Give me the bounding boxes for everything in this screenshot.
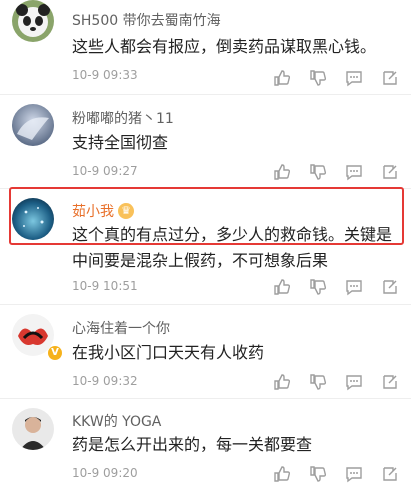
username[interactable]: 茹小我 ♛ (72, 201, 134, 221)
comment-text: 在我小区门口天天有人收药 (72, 343, 265, 362)
avatar[interactable] (12, 198, 54, 240)
avatar[interactable] (12, 408, 54, 450)
comment-text: 支持全国彻查 (72, 133, 169, 152)
dislike-icon[interactable] (308, 162, 328, 182)
reply-icon[interactable] (344, 162, 364, 182)
comment-actions (272, 277, 402, 297)
more-icon[interactable] (380, 162, 400, 182)
comment-actions (272, 372, 402, 392)
like-icon[interactable] (272, 68, 292, 88)
more-icon[interactable] (380, 68, 400, 88)
username[interactable]: KKW的 YOGA (72, 411, 161, 431)
more-icon[interactable] (380, 464, 400, 484)
reply-icon[interactable] (344, 277, 364, 297)
reply-icon[interactable] (344, 372, 364, 392)
timestamp: 10-9 09:33 (72, 68, 138, 82)
comment-text: 这个真的有点过分，多少人的救命钱。关键是中间要是混杂上假药，不可想象后果 (72, 225, 393, 270)
comment-actions (272, 162, 402, 182)
timestamp: 10-9 09:20 (72, 466, 138, 480)
dislike-icon[interactable] (308, 372, 328, 392)
divider (0, 94, 411, 95)
avatar[interactable] (12, 104, 54, 146)
avatar[interactable] (12, 0, 54, 42)
timestamp: 10-9 09:27 (72, 164, 138, 178)
comment-text: 这些人都会有报应，倒卖药品谋取黑心钱。 (72, 37, 377, 56)
crown-badge-icon: ♛ (118, 203, 134, 219)
username[interactable]: SH500 带你去蜀南竹海 (72, 10, 221, 30)
dislike-icon[interactable] (308, 464, 328, 484)
like-icon[interactable] (272, 464, 292, 484)
divider (0, 398, 411, 399)
like-icon[interactable] (272, 372, 292, 392)
dislike-icon[interactable] (308, 68, 328, 88)
more-icon[interactable] (380, 372, 400, 392)
verified-v-badge-icon: V (48, 346, 62, 360)
dislike-icon[interactable] (308, 277, 328, 297)
comment-actions (272, 464, 402, 484)
like-icon[interactable] (272, 162, 292, 182)
reply-icon[interactable] (344, 464, 364, 484)
username[interactable]: 心海住着一个你 (72, 318, 170, 338)
comment-actions (272, 68, 402, 88)
timestamp: 10-9 09:32 (72, 374, 138, 388)
username[interactable]: 粉嘟嘟的猪丶11 (72, 108, 174, 128)
divider (0, 304, 411, 305)
reply-icon[interactable] (344, 68, 364, 88)
more-icon[interactable] (380, 277, 400, 297)
timestamp: 10-9 10:51 (72, 279, 138, 293)
like-icon[interactable] (272, 277, 292, 297)
comment-text: 药是怎么开出来的，每一关都要查 (72, 435, 313, 454)
